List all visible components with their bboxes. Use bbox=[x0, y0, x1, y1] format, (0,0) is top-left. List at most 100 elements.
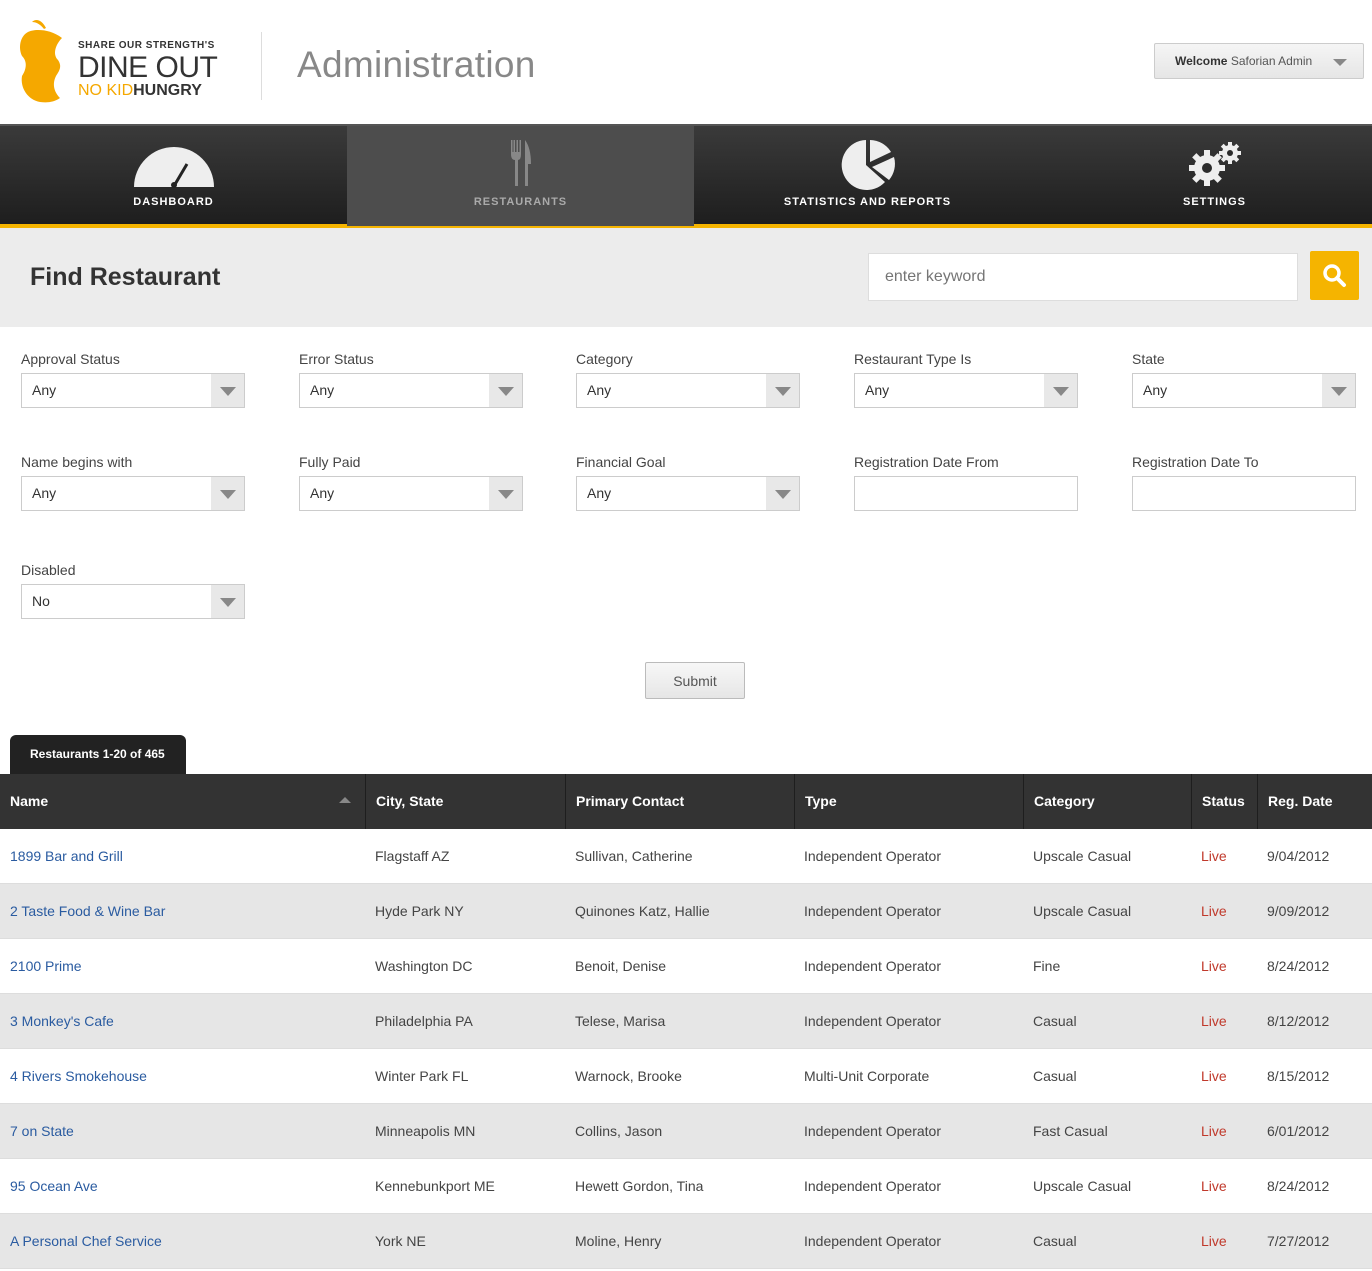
cell-status: Live bbox=[1201, 1123, 1227, 1139]
cell-type: Independent Operator bbox=[804, 1123, 941, 1139]
chevron-down-icon bbox=[1333, 59, 1347, 66]
dropdown-arrow-icon bbox=[211, 374, 244, 407]
cell-category: Casual bbox=[1033, 1013, 1077, 1029]
nav-item-restaurants[interactable]: RESTAURANTS bbox=[347, 126, 694, 226]
search-button[interactable] bbox=[1310, 251, 1359, 300]
cell-primary-contact: Quinones Katz, Hallie bbox=[575, 903, 710, 919]
cell-status: Live bbox=[1201, 1233, 1227, 1249]
keyword-search-input[interactable] bbox=[868, 253, 1298, 301]
table-body: 1899 Bar and Grill Flagstaff AZ Sullivan, … bbox=[0, 829, 1372, 1269]
dropdown-arrow-icon bbox=[211, 585, 244, 618]
reg-date-from-input[interactable] bbox=[854, 476, 1078, 511]
table-row: 95 Ocean Ave Kennebunkport ME Hewett Gordo… bbox=[0, 1159, 1372, 1214]
filter-disabled: Disabled No bbox=[21, 562, 245, 619]
fully-paid-select[interactable]: Any bbox=[299, 476, 523, 511]
dropdown-arrow-icon bbox=[489, 477, 522, 510]
cell-reg-date: 9/09/2012 bbox=[1267, 903, 1330, 919]
filter-category: Category Any bbox=[576, 351, 800, 408]
cell-status: Live bbox=[1201, 1178, 1227, 1194]
select-value: No bbox=[32, 593, 50, 609]
cell-primary-contact: Telese, Marisa bbox=[575, 1013, 666, 1029]
cell-type: Independent Operator bbox=[804, 848, 941, 864]
cell-category: Fine bbox=[1033, 958, 1061, 974]
column-header-name[interactable]: Name bbox=[0, 774, 366, 829]
sort-ascending-icon bbox=[339, 797, 351, 803]
cell-city-state: Washington DC bbox=[375, 958, 473, 974]
column-header-category[interactable]: Category bbox=[1024, 774, 1192, 829]
cell-category: Fast Casual bbox=[1033, 1123, 1108, 1139]
cell-name[interactable]: A Personal Chef Service bbox=[0, 1214, 162, 1269]
table-row: 2100 Prime Washington DC Benoit, Denise Ind… bbox=[0, 939, 1372, 994]
filter-label: Disabled bbox=[21, 562, 76, 578]
find-restaurant-bar: Find Restaurant bbox=[0, 228, 1372, 327]
dropdown-arrow-icon bbox=[1044, 374, 1077, 407]
nav-item-settings[interactable]: SETTINGS bbox=[1041, 126, 1372, 226]
results-count-tab: Restaurants 1-20 of 465 bbox=[10, 735, 186, 774]
disabled-select[interactable]: No bbox=[21, 584, 245, 619]
logo-hungry: HUNGRY bbox=[133, 82, 202, 99]
page-header: SHARE OUR STRENGTH'S DINE OUT NO KIDHUNG… bbox=[0, 0, 1372, 124]
restaurant-type-select[interactable]: Any bbox=[854, 373, 1078, 408]
cell-city-state: Kennebunkport ME bbox=[375, 1178, 495, 1194]
cell-type: Independent Operator bbox=[804, 1178, 941, 1194]
filter-label: Category bbox=[576, 351, 633, 367]
cell-name[interactable]: 7 on State bbox=[0, 1104, 74, 1159]
column-header-type[interactable]: Type bbox=[795, 774, 1024, 829]
pie-chart-icon bbox=[841, 140, 895, 190]
select-value: Any bbox=[310, 485, 335, 501]
column-header-status[interactable]: Status bbox=[1192, 774, 1258, 829]
name-begins-select[interactable]: Any bbox=[21, 476, 245, 511]
filter-label: Approval Status bbox=[21, 351, 120, 367]
table-row: A Personal Chef Service York NE Moline, He… bbox=[0, 1214, 1372, 1269]
cell-name[interactable]: 2 Taste Food & Wine Bar bbox=[0, 884, 165, 939]
filter-label: Name begins with bbox=[21, 454, 133, 470]
dine-out-logo[interactable]: SHARE OUR STRENGTH'S DINE OUT NO KIDHUNG… bbox=[18, 18, 258, 108]
column-header-primary-contact[interactable]: Primary Contact bbox=[566, 774, 795, 829]
approval-status-select[interactable]: Any bbox=[21, 373, 245, 408]
category-select[interactable]: Any bbox=[576, 373, 800, 408]
welcome-username: Saforian Admin bbox=[1230, 54, 1313, 68]
filter-label: Registration Date To bbox=[1132, 454, 1259, 470]
cell-reg-date: 6/01/2012 bbox=[1267, 1123, 1330, 1139]
logo-no-kid-hungry: NO KIDHUNGRY bbox=[78, 83, 217, 99]
restaurants-table: Name City, State Primary Contact Type Ca… bbox=[0, 774, 1372, 1269]
header-divider bbox=[261, 32, 262, 100]
submit-button[interactable]: Submit bbox=[645, 662, 745, 699]
table-row: 1899 Bar and Grill Flagstaff AZ Sullivan, … bbox=[0, 829, 1372, 884]
cell-category: Upscale Casual bbox=[1033, 848, 1132, 864]
cell-type: Independent Operator bbox=[804, 903, 941, 919]
table-header: Name City, State Primary Contact Type Ca… bbox=[0, 774, 1372, 829]
cell-name[interactable]: 4 Rivers Smokehouse bbox=[0, 1049, 147, 1104]
filter-approval-status: Approval Status Any bbox=[21, 351, 245, 408]
cell-name[interactable]: 2100 Prime bbox=[0, 939, 82, 994]
nav-label-settings: SETTINGS bbox=[1182, 196, 1246, 208]
select-value: Any bbox=[310, 382, 335, 398]
welcome-prefix: Welcome bbox=[1175, 54, 1228, 68]
cell-status: Live bbox=[1201, 1013, 1227, 1029]
nav-item-statistics[interactable]: STATISTICS AND REPORTS bbox=[694, 126, 1041, 226]
cell-category: Upscale Casual bbox=[1033, 1178, 1132, 1194]
logo-no-kid: NO KID bbox=[78, 82, 134, 99]
reg-date-to-input[interactable] bbox=[1132, 476, 1356, 511]
column-header-label: Name bbox=[10, 793, 49, 809]
select-value: Any bbox=[865, 382, 890, 398]
column-header-reg-date[interactable]: Reg. Date bbox=[1258, 774, 1372, 829]
logo-wordmark: SHARE OUR STRENGTH'S DINE OUT NO KIDHUNG… bbox=[78, 40, 218, 99]
cell-category: Casual bbox=[1033, 1233, 1077, 1249]
state-select[interactable]: Any bbox=[1132, 373, 1356, 408]
cell-reg-date: 8/24/2012 bbox=[1267, 1178, 1330, 1194]
cell-primary-contact: Collins, Jason bbox=[575, 1123, 663, 1139]
cell-name[interactable]: 95 Ocean Ave bbox=[0, 1159, 98, 1214]
user-menu-dropdown[interactable]: Welcome Saforian Admin bbox=[1154, 43, 1364, 79]
nav-item-dashboard[interactable]: DASHBOARD bbox=[0, 126, 347, 226]
financial-goal-select[interactable]: Any bbox=[576, 476, 800, 511]
cell-name[interactable]: 3 Monkey's Cafe bbox=[0, 994, 114, 1049]
cell-type: Independent Operator bbox=[804, 1013, 941, 1029]
filter-financial-goal: Financial Goal Any bbox=[576, 454, 800, 511]
cell-name[interactable]: 1899 Bar and Grill bbox=[0, 829, 123, 884]
filter-label: Fully Paid bbox=[299, 454, 361, 470]
cell-category: Casual bbox=[1033, 1068, 1077, 1084]
column-header-city-state[interactable]: City, State bbox=[366, 774, 566, 829]
error-status-select[interactable]: Any bbox=[299, 373, 523, 408]
table-row: 2 Taste Food & Wine Bar Hyde Park NY Quino… bbox=[0, 884, 1372, 939]
